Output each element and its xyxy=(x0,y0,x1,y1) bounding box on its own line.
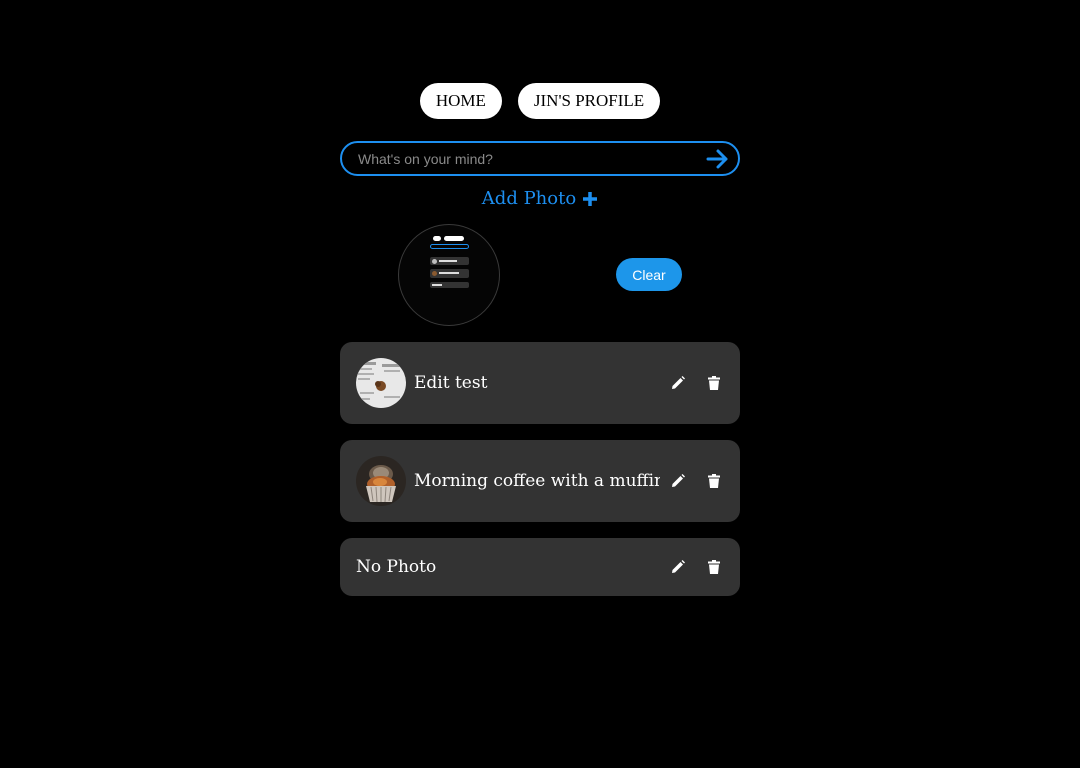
trash-icon xyxy=(708,474,720,488)
clear-button[interactable]: Clear xyxy=(616,258,682,291)
delete-button[interactable] xyxy=(704,557,724,577)
post-card: Morning coffee with a muffin xyxy=(340,440,740,522)
post-photo xyxy=(356,456,406,506)
preview-mini-card xyxy=(430,269,469,278)
post-actions xyxy=(668,557,724,577)
top-nav: HOME JIN'S PROFILE xyxy=(0,83,1080,119)
post-input[interactable] xyxy=(358,150,704,167)
post-card: Edit test xyxy=(340,342,740,424)
arrow-right-icon xyxy=(706,149,728,168)
delete-button[interactable] xyxy=(704,471,724,491)
post-text: No Photo xyxy=(356,557,437,577)
pencil-icon xyxy=(672,560,685,573)
trash-icon xyxy=(708,560,720,574)
post-text: Edit test xyxy=(414,373,488,393)
add-photo-button[interactable]: Add Photo xyxy=(0,188,1080,209)
trash-icon xyxy=(708,376,720,390)
submit-button[interactable] xyxy=(704,145,732,173)
preview-mini-card xyxy=(430,282,469,288)
add-photo-label: Add Photo xyxy=(481,188,577,209)
pencil-icon xyxy=(672,474,685,487)
profile-button[interactable]: JIN'S PROFILE xyxy=(517,83,661,119)
preview-mini-input xyxy=(430,244,469,249)
muffin-image xyxy=(356,456,406,506)
edit-button[interactable] xyxy=(668,557,688,577)
edit-button[interactable] xyxy=(668,373,688,393)
post-actions xyxy=(668,373,724,393)
delete-button[interactable] xyxy=(704,373,724,393)
photo-preview xyxy=(398,224,500,326)
pencil-icon xyxy=(672,376,685,389)
preview-mini-card xyxy=(430,257,469,265)
post-text: Morning coffee with a muffin xyxy=(414,471,660,491)
screenshot-collage-image xyxy=(356,358,406,408)
post-photo xyxy=(356,358,406,408)
home-button[interactable]: HOME xyxy=(419,83,502,119)
post-card: No Photo xyxy=(340,538,740,596)
preview-mini-nav xyxy=(433,236,464,241)
post-actions xyxy=(668,471,724,491)
post-composer xyxy=(340,141,740,176)
plus-icon xyxy=(583,191,598,206)
edit-button[interactable] xyxy=(668,471,688,491)
